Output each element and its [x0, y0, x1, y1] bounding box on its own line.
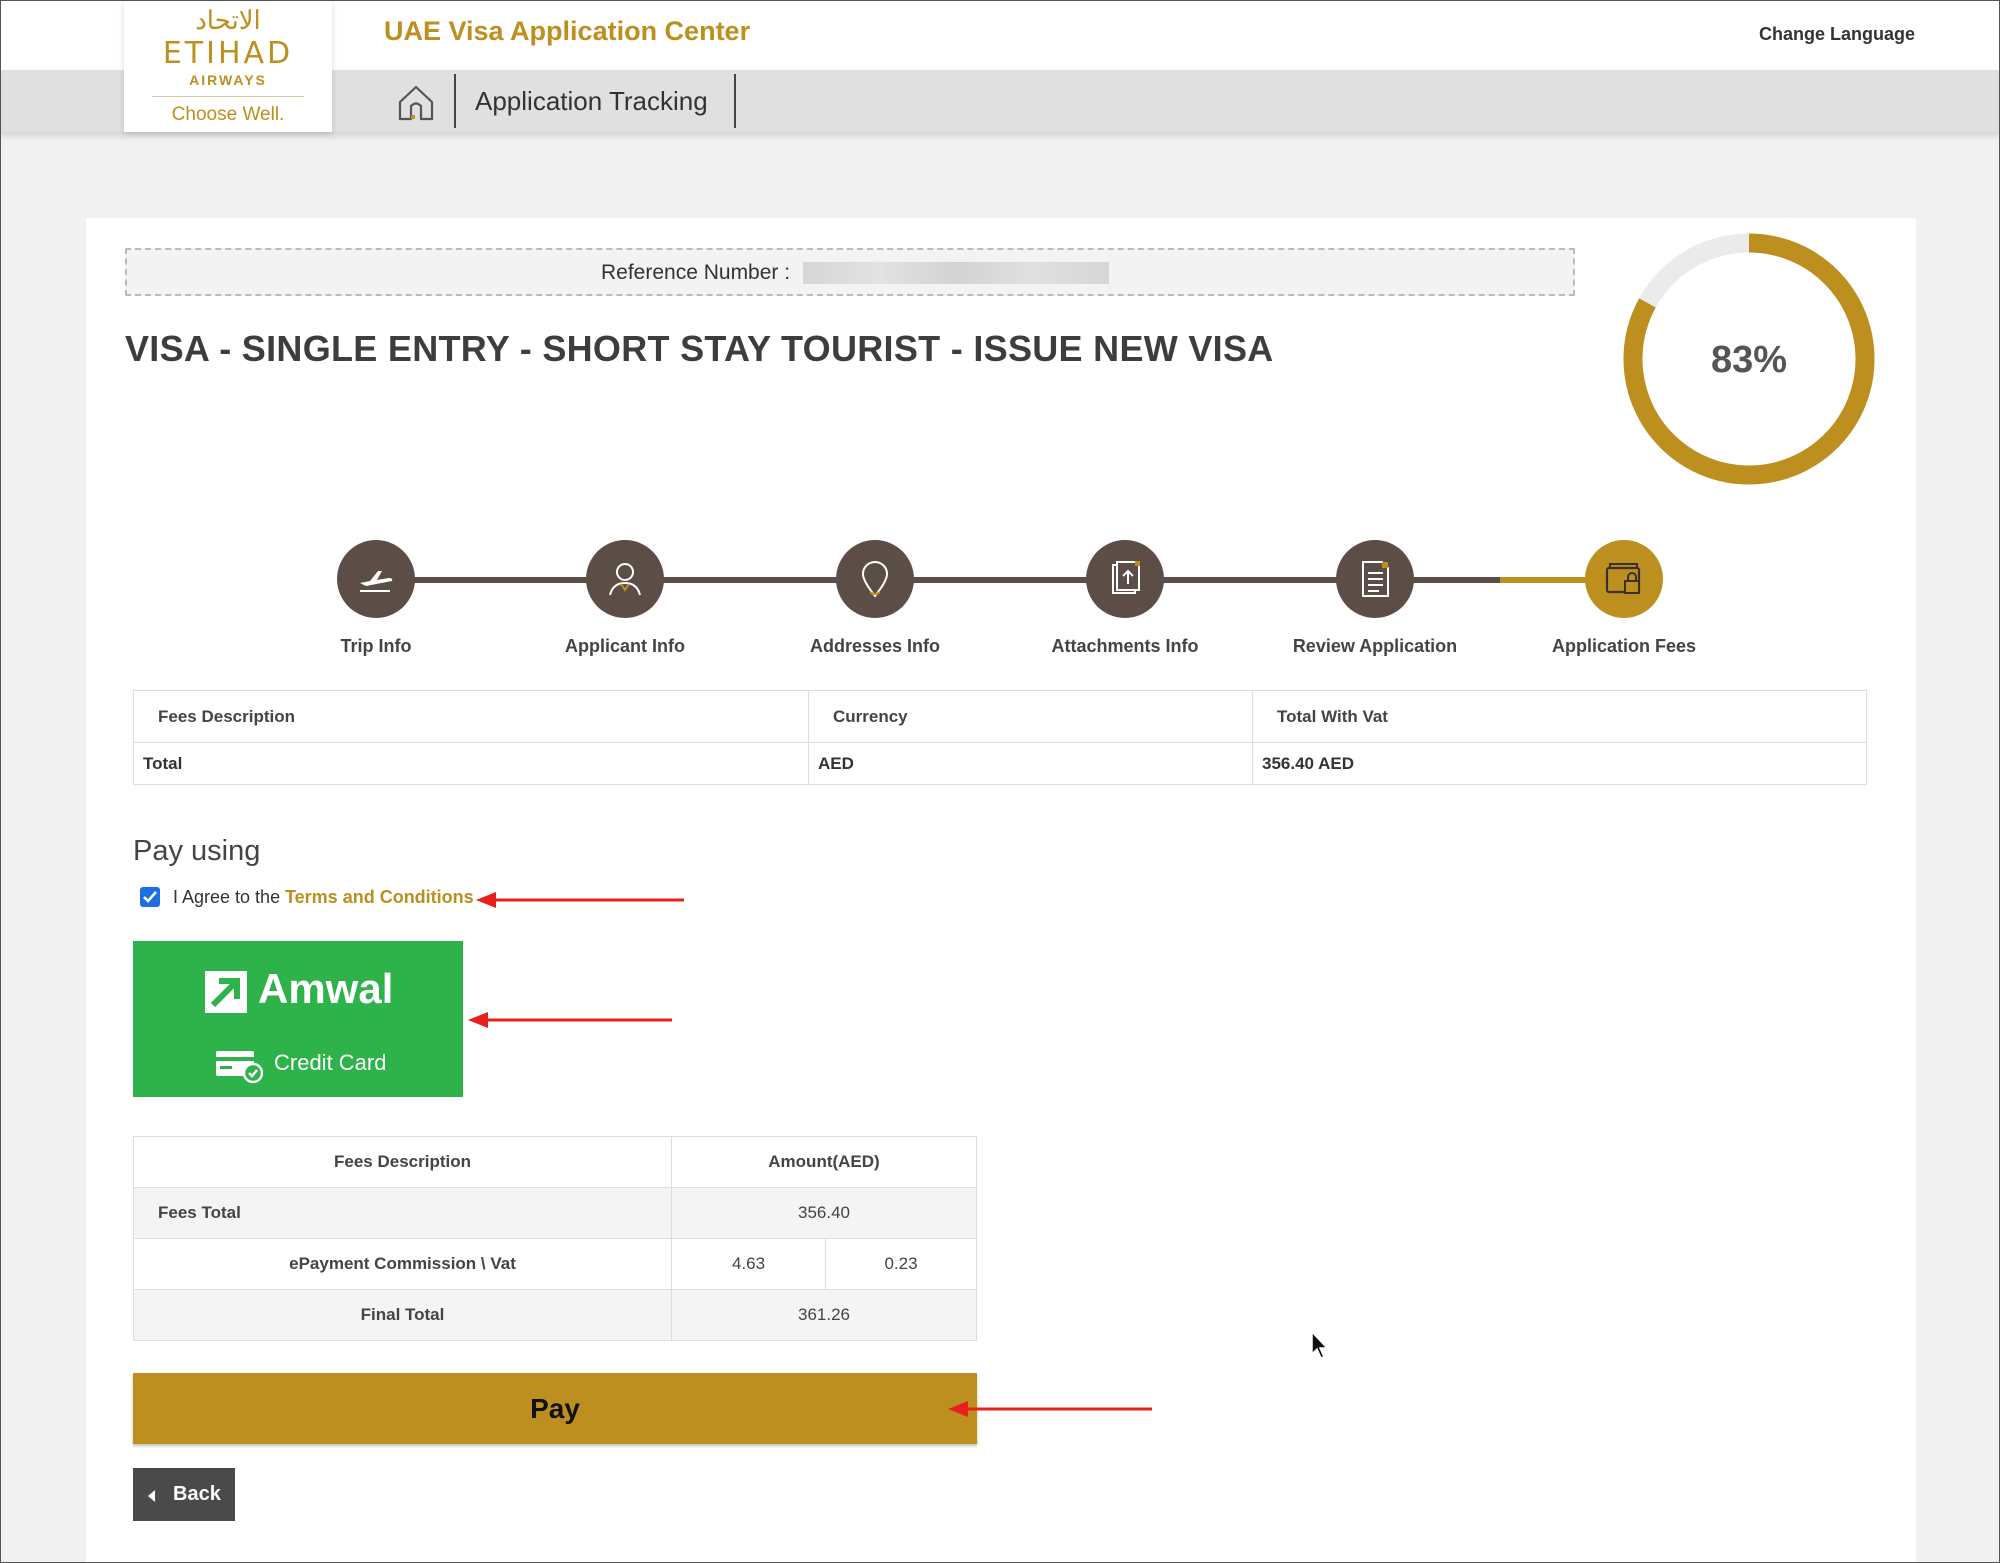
step-label: Trip Info: [340, 636, 412, 656]
nav-application-tracking[interactable]: Application Tracking: [475, 86, 708, 117]
step-applicant-info[interactable]: [586, 540, 664, 618]
terms-agree-text: I Agree to the: [173, 887, 281, 907]
step-label: Applicant Info: [565, 636, 685, 656]
reference-number-label: Reference Number :: [601, 261, 791, 284]
table-cell: Final Total: [133, 1289, 672, 1341]
table-cell: ePayment Commission \ Vat: [133, 1238, 672, 1290]
home-icon: [398, 85, 434, 121]
table-header-row: Fees Description Amount(AED): [133, 1136, 977, 1188]
back-button[interactable]: Back: [133, 1468, 235, 1521]
fees-summary-table: Fees Description Amount(AED) Fees Total …: [133, 1136, 977, 1341]
step-attachments-info[interactable]: [1086, 540, 1164, 618]
location-pin-icon: [861, 561, 889, 598]
table-header-cell: Fees Description: [133, 1136, 672, 1188]
step-label: Addresses Info: [809, 636, 941, 656]
logo-tagline: Choose Well.: [171, 104, 285, 125]
table-row: ePayment Commission \ Vat 4.63 0.23: [133, 1238, 977, 1290]
table-cell: 356.40: [671, 1187, 977, 1239]
nav-separator: [454, 74, 456, 128]
step-label: Attachments Info: [1051, 636, 1199, 656]
pay-button[interactable]: Pay: [133, 1373, 977, 1444]
table-row: Total AED 356.40 AED: [133, 742, 1867, 785]
step-addresses-info[interactable]: [836, 540, 914, 618]
table-header-cell: Fees Description: [133, 690, 809, 743]
nav-separator: [734, 74, 736, 128]
table-cell: 356.40 AED: [1252, 742, 1867, 785]
wallet-lock-icon: [1605, 563, 1641, 594]
fees-table: Fees Description Currency Total With Vat…: [133, 690, 1867, 785]
reference-number-redacted: [803, 262, 1109, 284]
annotation-arrow-icon: [476, 892, 684, 908]
reference-number-bar: Reference Number :: [125, 248, 1575, 296]
caret-left-icon: [148, 1490, 155, 1502]
person-icon: [609, 563, 641, 596]
annotation-arrow-icon: [948, 1401, 1152, 1417]
table-cell: Fees Total: [133, 1187, 672, 1239]
mouse-cursor-icon: [1311, 1330, 1329, 1359]
table-header-cell: Currency: [808, 690, 1253, 743]
table-header-row: Fees Description Currency Total With Vat: [133, 690, 1867, 743]
table-cell: 361.26: [671, 1289, 977, 1341]
credit-card-icon: [216, 1051, 263, 1083]
table-header-cell: Amount(AED): [671, 1136, 977, 1188]
document-list-icon: [1362, 561, 1389, 597]
table-header-cell: Total With Vat: [1252, 690, 1867, 743]
logo-brand-text: ETIHAD: [162, 36, 294, 71]
table-cell: AED: [808, 742, 1253, 785]
terms-checkbox[interactable]: [140, 887, 160, 907]
table-cell: 0.23: [825, 1238, 977, 1290]
logo-arabic-text: الاتحاد: [195, 6, 261, 36]
back-button-label: Back: [173, 1483, 221, 1505]
logo-divider: [152, 96, 304, 97]
site-title: UAE Visa Application Center: [384, 16, 751, 46]
upload-document-icon: [1112, 561, 1140, 594]
step-application-fees[interactable]: [1585, 540, 1663, 618]
plane-icon: [360, 571, 393, 592]
table-cell: Total: [133, 742, 809, 785]
visa-type-title: VISA - SINGLE ENTRY - SHORT STAY TOURIST…: [125, 328, 1274, 369]
annotation-arrow-icon: [468, 1012, 672, 1028]
step-label: Review Application: [1292, 636, 1458, 656]
logo-sub-text: AIRWAYS: [189, 72, 267, 88]
table-row: Fees Total 356.40: [133, 1187, 977, 1239]
amwal-label: Amwal: [258, 965, 394, 1012]
credit-card-label: Credit Card: [274, 1050, 387, 1075]
step-trip-info[interactable]: [337, 540, 415, 618]
change-language-link[interactable]: Change Language: [1759, 24, 1915, 45]
step-review-application[interactable]: [1336, 540, 1414, 618]
amwal-logo-icon: [205, 971, 247, 1013]
progress-ring: 83%: [1618, 228, 1880, 490]
home-button[interactable]: [396, 82, 436, 122]
progress-percent: 83%: [1711, 339, 1787, 381]
etihad-logo[interactable]: الاتحاد ETIHAD AIRWAYS Choose Well.: [124, 0, 332, 132]
pay-using-heading: Pay using: [133, 835, 261, 867]
amwal-credit-card-button[interactable]: Amwal Credit Card: [133, 941, 463, 1097]
terms-and-conditions-link[interactable]: Terms and Conditions: [285, 887, 474, 908]
table-cell: 4.63: [671, 1238, 826, 1290]
table-row: Final Total 361.26: [133, 1289, 977, 1341]
checkmark-icon: [143, 891, 157, 903]
pay-button-label: Pay: [530, 1393, 580, 1424]
step-label: Application Fees: [1551, 636, 1697, 656]
